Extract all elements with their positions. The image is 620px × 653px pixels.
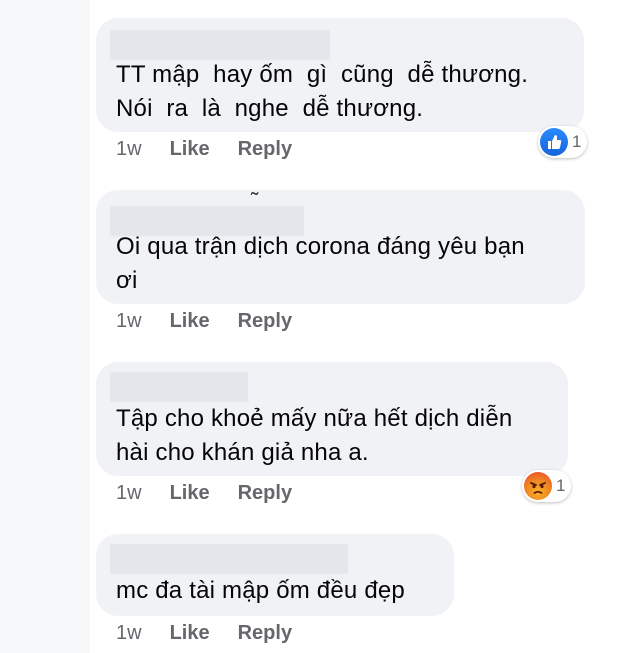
comment-actions: 1w Like Reply (116, 310, 292, 333)
blurred-author-name[interactable] (110, 372, 248, 402)
reply-button[interactable]: Reply (238, 482, 292, 505)
blurred-author-name[interactable] (110, 544, 348, 574)
left-gutter (0, 0, 90, 653)
timestamp[interactable]: 1w (116, 138, 142, 161)
like-button[interactable]: Like (170, 310, 210, 333)
like-icon (540, 128, 568, 156)
comment-1: TT mập hay ốm gì cũng dễ thương. Nói ra … (96, 18, 588, 160)
reaction-count-number: 1 (556, 476, 566, 495)
comment-text: mc đa tài mập ốm đều đẹp (116, 577, 405, 604)
like-button[interactable]: Like (170, 482, 210, 505)
comment-bubble: Tập cho khoẻ mấy nữa hết dịch diễn hài c… (96, 362, 568, 476)
blurred-author-name[interactable] (110, 206, 304, 236)
timestamp[interactable]: 1w (116, 310, 142, 333)
reaction-count[interactable]: 1 (522, 470, 572, 502)
angry-icon (524, 472, 552, 500)
blurred-author-name[interactable] (110, 30, 330, 60)
comment-bubble: mc đa tài mập ốm đều đẹp (96, 534, 454, 616)
name-diacritic-mark: ˜ (251, 188, 259, 213)
comment-actions: 1w Like Reply (116, 482, 292, 505)
like-button[interactable]: Like (170, 138, 210, 161)
comment-text: TT mập hay ốm gì cũng dễ thương. Nói ra … (116, 61, 529, 122)
comment-bubble: ˜ Oi qua trận dịch corona đáng yêu bạn ơ… (96, 188, 585, 304)
comment-4: mc đa tài mập ốm đều đẹp 1w Like Reply (96, 534, 454, 644)
comment-bubble: TT mập hay ốm gì cũng dễ thương. Nói ra … (96, 18, 584, 132)
timestamp[interactable]: 1w (116, 482, 142, 505)
comment-actions: 1w Like Reply (116, 622, 292, 645)
reply-button[interactable]: Reply (238, 622, 292, 645)
reply-button[interactable]: Reply (238, 138, 292, 161)
reaction-count[interactable]: 1 (538, 126, 588, 158)
reaction-count-number: 1 (572, 132, 582, 151)
comment-actions: 1w Like Reply (116, 138, 292, 161)
comment-text: Oi qua trận dịch corona đáng yêu bạn ơi (116, 233, 525, 294)
comment-3: Tập cho khoẻ mấy nữa hết dịch diễn hài c… (96, 362, 572, 504)
reply-button[interactable]: Reply (238, 310, 292, 333)
comment-text: Tập cho khoẻ mấy nữa hết dịch diễn hài c… (116, 405, 513, 466)
timestamp[interactable]: 1w (116, 622, 142, 645)
like-button[interactable]: Like (170, 622, 210, 645)
comment-2: ˜ Oi qua trận dịch corona đáng yêu bạn ơ… (96, 188, 585, 332)
